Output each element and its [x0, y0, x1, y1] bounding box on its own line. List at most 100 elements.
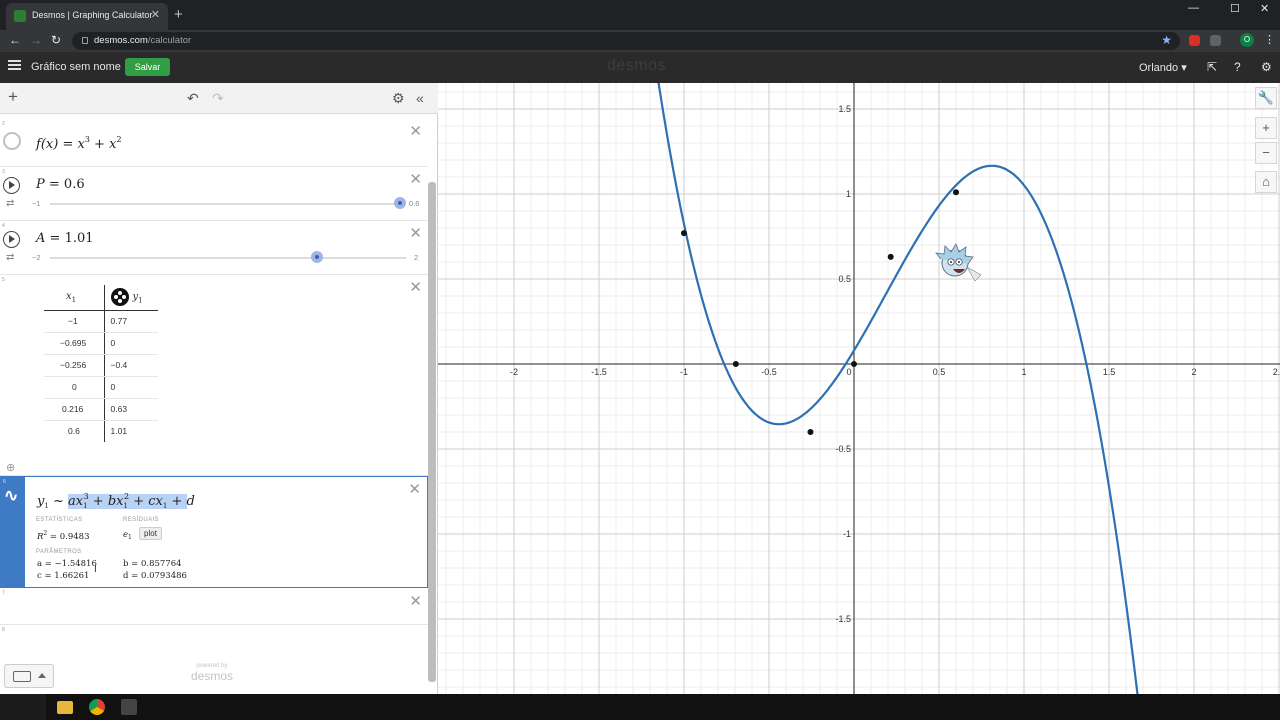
table-header-x1[interactable]: x1: [44, 285, 105, 311]
expression-row[interactable]: 3 ⇄ P = 0.6 −1 0.6 ✕: [0, 167, 428, 221]
back-icon[interactable]: ←: [9, 33, 21, 47]
expression-row[interactable]: 4 ⇄ A = 1.01 −2 2 ✕: [0, 221, 428, 275]
slider-expression[interactable]: A = 1.01: [36, 231, 94, 246]
regression-formula[interactable]: y1 ~ ax13 + bx12 + cx1 + d: [37, 492, 195, 510]
table-cell[interactable]: 0: [44, 376, 105, 399]
table-cell[interactable]: 0: [104, 376, 158, 399]
window-close-icon[interactable]: ✕: [1260, 2, 1269, 15]
slider-handle[interactable]: [394, 197, 406, 209]
hamburger-menu-icon[interactable]: [8, 60, 21, 70]
data-point[interactable]: [681, 230, 687, 237]
slider-min[interactable]: −1: [32, 199, 41, 208]
tab-close-icon[interactable]: ✕: [151, 8, 160, 21]
profile-avatar[interactable]: O: [1240, 33, 1254, 47]
file-explorer-icon[interactable]: [57, 701, 73, 714]
expression-index: 6: [3, 479, 6, 485]
data-point[interactable]: [953, 189, 959, 196]
expression-row[interactable]: 7 ✕: [0, 588, 428, 625]
slider-max[interactable]: 2: [414, 253, 418, 262]
r-squared-value: R2 = 0.9483: [37, 530, 90, 542]
slider-track[interactable]: [50, 257, 406, 259]
delete-expression-icon[interactable]: ✕: [408, 480, 421, 498]
graph-title[interactable]: Gráfico sem nome: [31, 61, 121, 73]
delete-expression-icon[interactable]: ✕: [409, 278, 422, 296]
slider-expression[interactable]: P = 0.6: [36, 177, 85, 192]
add-item-icon[interactable]: +: [8, 87, 18, 107]
start-button[interactable]: [0, 694, 46, 720]
slider-handle[interactable]: [311, 251, 323, 263]
new-tab-icon[interactable]: +: [174, 6, 183, 23]
delete-expression-icon[interactable]: ✕: [409, 170, 422, 188]
chrome-icon[interactable]: [89, 699, 105, 715]
table-cell[interactable]: −0.256: [44, 354, 105, 377]
point-style-icon[interactable]: [110, 288, 129, 307]
undo-icon[interactable]: ↶: [187, 90, 199, 107]
expression-row[interactable]: 8: [0, 625, 428, 655]
slider-track[interactable]: [50, 203, 400, 205]
graph-settings-icon[interactable]: ⚙: [392, 90, 405, 107]
table-cell[interactable]: −1: [44, 310, 105, 333]
help-icon[interactable]: ?: [1234, 60, 1241, 74]
minimize-icon[interactable]: —: [1188, 2, 1199, 14]
table-cell[interactable]: −0.4: [104, 354, 158, 377]
table-cell[interactable]: 0.6: [44, 420, 105, 442]
data-point[interactable]: [887, 253, 894, 260]
forward-icon[interactable]: →: [30, 33, 42, 47]
user-menu[interactable]: Orlando ▾: [1139, 61, 1187, 74]
save-button[interactable]: Salvar: [125, 58, 170, 76]
extension-icon[interactable]: [1189, 35, 1200, 46]
graph-paper[interactable]: -2 -1.5 -1 -0.5 0 0.5 1 1.5 2 2.5 1.5 1 0.5 -0.5 -1 -1…: [438, 42, 1280, 720]
slider-max[interactable]: 0.6: [409, 199, 419, 208]
table-cell[interactable]: 0.63: [104, 398, 158, 421]
play-slider-icon[interactable]: [3, 231, 20, 248]
settings-icon[interactable]: ⚙: [1261, 60, 1272, 74]
data-point[interactable]: [851, 361, 857, 367]
table-expression[interactable]: 5 x1 y1 −1 0.77 −0.695 0 −0.256 −0.4 00 0.2…: [0, 275, 428, 476]
slider-min[interactable]: −2: [32, 253, 41, 262]
maximize-icon[interactable]: ☐: [1230, 2, 1240, 15]
reload-icon[interactable]: ↻: [51, 33, 61, 47]
residual-variable: e1: [123, 530, 132, 541]
expression-gutter: 5: [0, 275, 24, 475]
delete-expression-icon[interactable]: ✕: [409, 224, 422, 242]
share-icon[interactable]: ⇱: [1207, 60, 1217, 74]
loop-icon[interactable]: ⇄: [6, 252, 14, 263]
bookmark-star-icon[interactable]: ★: [1161, 33, 1172, 47]
play-slider-icon[interactable]: [3, 177, 20, 194]
delete-expression-icon[interactable]: ✕: [409, 592, 422, 610]
keypad-toggle-button[interactable]: [4, 664, 54, 688]
graph-canvas[interactable]: -2 -1.5 -1 -0.5 0 0.5 1 1.5 2 2.5 1.5 1 0.5 -0.5 -1 -1…: [438, 42, 1280, 720]
zoom-in-button[interactable]: +: [1255, 117, 1277, 139]
expression-index: 3: [2, 169, 5, 175]
table-cell[interactable]: 1.01: [104, 420, 158, 442]
zoom-out-button[interactable]: −: [1255, 142, 1277, 164]
x-tick-label: -2: [510, 367, 518, 377]
loop-icon[interactable]: ⇄: [6, 198, 14, 209]
table-header-y1[interactable]: y1: [104, 285, 158, 311]
regression-expression[interactable]: 6 ∿ y1 ~ ax13 + bx12 + cx1 + d ESTATÍSTI…: [0, 476, 428, 588]
data-point[interactable]: [732, 361, 739, 367]
table-cell[interactable]: 0: [104, 332, 158, 355]
plot-residuals-button[interactable]: plot: [139, 527, 162, 540]
table-cell[interactable]: 0.77: [104, 310, 158, 333]
table-cell[interactable]: −0.695: [44, 332, 105, 355]
delete-expression-icon[interactable]: ✕: [409, 122, 422, 140]
color-toggle-icon[interactable]: [3, 132, 21, 150]
extension-icon[interactable]: [1210, 35, 1221, 46]
table-cell[interactable]: 0.216: [44, 398, 105, 421]
browser-tab[interactable]: Desmos | Graphing Calculator ✕: [6, 3, 168, 30]
app-icon[interactable]: [121, 699, 137, 715]
zoom-fit-icon[interactable]: ⊕: [6, 461, 15, 474]
default-viewport-home-icon[interactable]: ⌂: [1255, 171, 1277, 193]
expression-list: + ↶ ↷ ⚙ « 2 f(x) = x3 + x2 ✕ 3 ⇄ P = 0.6…: [0, 83, 438, 694]
data-table[interactable]: x1 y1 −1 0.77 −0.695 0 −0.256 −0.4 00 0.216…: [44, 285, 158, 442]
collapse-list-icon[interactable]: «: [416, 90, 424, 106]
data-point[interactable]: [807, 429, 814, 435]
function-definition[interactable]: f(x) = x3 + x2: [36, 135, 122, 152]
scrollbar[interactable]: [428, 182, 436, 682]
graph-tools-wrench-icon[interactable]: 🔧: [1255, 87, 1277, 109]
address-bar[interactable]: desmos.com/calculator ★: [72, 32, 1180, 50]
redo-icon[interactable]: ↷: [212, 90, 224, 107]
browser-menu-icon[interactable]: ⋮: [1264, 33, 1275, 46]
expression-row[interactable]: 2 f(x) = x3 + x2 ✕: [0, 119, 428, 167]
